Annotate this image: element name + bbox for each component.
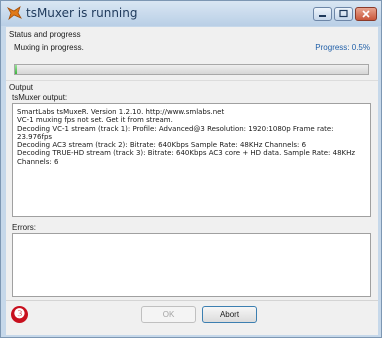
maximize-icon <box>339 9 348 18</box>
dialog-body: Status and progress Muxing in progress. … <box>6 27 378 335</box>
output-textarea[interactable]: SmartLabs tsMuxeR. Version 1.2.10. http:… <box>12 103 371 217</box>
divider <box>6 80 378 81</box>
output-group-label: Output <box>9 83 34 92</box>
abort-button[interactable]: Abort <box>202 306 257 323</box>
progress-bar-fill <box>15 65 17 74</box>
tsmuxer-window: tsMuxer is running Status and progress M… <box>0 0 382 338</box>
progress-text: Progress: 0.5% <box>315 43 370 52</box>
output-line: SmartLabs tsMuxeR. Version 1.2.10. http:… <box>17 108 225 116</box>
output-line: Decoding VC-1 stream (track 1): Profile:… <box>17 124 334 133</box>
output-line: Decoding TRUE-HD stream (track 3): Bitra… <box>17 149 356 158</box>
close-button[interactable] <box>355 7 377 21</box>
ok-button[interactable]: OK <box>141 306 196 323</box>
minimize-button[interactable] <box>313 7 332 21</box>
status-message: Muxing in progress. <box>14 43 84 52</box>
status-group-label: Status and progress <box>9 30 81 39</box>
progress-bar <box>14 64 369 75</box>
errors-label: Errors: <box>12 223 36 232</box>
errors-textarea[interactable] <box>12 233 371 297</box>
output-field-label: tsMuxer output: <box>12 93 68 102</box>
output-line: Channels: 6 <box>17 157 59 166</box>
divider <box>6 300 378 301</box>
minimize-icon <box>319 15 326 17</box>
title-bar[interactable]: tsMuxer is running <box>1 1 381 26</box>
maximize-button[interactable] <box>334 7 353 21</box>
window-title: tsMuxer is running <box>26 6 138 20</box>
output-line: Decoding AC3 stream (track 2): Bitrate: … <box>17 141 307 150</box>
output-line: 23.976fps <box>17 132 53 141</box>
output-lines: SmartLabs tsMuxeR. Version 1.2.10. http:… <box>17 108 366 166</box>
output-line: VC-1 muxing fps not set. Get it from str… <box>17 116 173 125</box>
tsmuxer-app-icon <box>6 6 22 21</box>
close-icon <box>362 10 370 18</box>
step-number-badge: ❸ <box>11 306 28 323</box>
